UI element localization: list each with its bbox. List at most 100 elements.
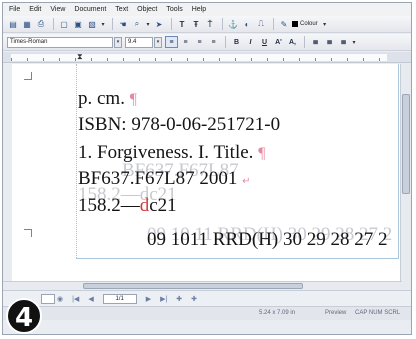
pointer-icon[interactable]: ➤ <box>153 18 165 30</box>
line-text: 158.2— <box>78 195 140 216</box>
italic-button[interactable]: I <box>244 36 257 48</box>
toolbar-divider <box>222 18 223 30</box>
cursor-highlighted-char: d <box>139 195 150 216</box>
ruler-track[interactable] <box>11 54 387 61</box>
text-frame-border <box>76 258 399 259</box>
text-frame-icon[interactable]: Ŧ <box>190 18 202 30</box>
list-button[interactable]: ≣ <box>323 36 336 48</box>
page-number-field[interactable]: 1/1 <box>102 293 137 304</box>
line-text: 09 1011 RRD(H) 30 29 28 27 2 <box>147 229 388 250</box>
page-navigation-bar: ◉ |◀ ◀ 1/1 ▶ ▶| ✚ ✚ <box>3 290 411 306</box>
menu-document[interactable]: Document <box>74 3 106 16</box>
font-size-select[interactable]: 9.4 <box>125 36 153 48</box>
zoom-select[interactable] <box>41 293 55 304</box>
toolbar-divider <box>273 18 274 30</box>
text-line[interactable]: 158.2—dc21 <box>78 195 177 217</box>
toolbar-divider <box>171 18 172 30</box>
print-icon[interactable]: ⎙ <box>35 18 47 30</box>
text-path-icon[interactable]: Ť <box>204 18 216 30</box>
line-text: 1. Forgiveness. I. Title. <box>78 142 254 163</box>
text-line[interactable]: 09 1011 RRD(H) 30 29 28 27 2 <box>147 229 388 251</box>
page-icon[interactable]: ▢ <box>58 18 70 30</box>
key-indicators: CAP NUM SCRL <box>355 310 401 316</box>
vertical-scrollbar[interactable] <box>400 64 411 290</box>
horizontal-scroll-thumb[interactable] <box>83 283 303 289</box>
align-left-button[interactable]: ≡ <box>165 36 178 48</box>
toolbar-divider <box>304 36 305 48</box>
underline-button[interactable]: U <box>258 36 271 48</box>
new-icon[interactable]: ▤ <box>7 18 19 30</box>
superscript-button[interactable]: A' <box>272 36 285 48</box>
chevron-down-icon[interactable]: ▾ <box>322 18 328 30</box>
font-select[interactable]: Times-Roman <box>7 36 113 48</box>
subscript-button[interactable]: A, <box>286 36 299 48</box>
toolbar-divider <box>112 18 113 30</box>
text-line[interactable]: p. cm. ¶ <box>78 88 137 111</box>
indent-marker-icon[interactable]: ⧗ <box>77 52 83 62</box>
document-canvas: BF637.F67L87 158.2—dc21 09 10 11 RRD(H) … <box>3 64 411 290</box>
first-page-icon[interactable]: |◀ <box>72 295 79 303</box>
view-mode: Preview <box>325 310 347 316</box>
prev-page-icon[interactable]: ◀ <box>88 295 93 303</box>
crop-mark <box>24 72 32 80</box>
crop-mark <box>24 229 32 237</box>
fill-icon[interactable]: ◐ <box>241 18 253 30</box>
shape-icon[interactable]: ⎍ <box>255 18 267 30</box>
line-text: c21 <box>149 195 177 216</box>
justify-button[interactable]: ≡ <box>207 36 220 48</box>
ruler[interactable]: ⧗ <box>3 52 411 63</box>
main-toolbar: ▤ ▦ ⎙ ▢ ▣ ▧ ▾ ☚ ⌕ ▾ ➤ T Ŧ Ť ⚓ ◐ ⎍ ✎ Colo… <box>3 16 411 33</box>
chevron-down-icon[interactable]: ▾ <box>114 36 122 48</box>
text-line[interactable]: 1. Forgiveness. I. Title. ¶ <box>78 142 265 165</box>
step-number-badge: 4 <box>6 298 42 334</box>
bold-button[interactable]: B <box>230 36 243 48</box>
line-break-icon: ↵ <box>242 176 251 187</box>
text-line[interactable]: ISBN: 978-0-06-251721-0 <box>78 114 280 136</box>
text-tool-icon[interactable]: T <box>176 18 188 30</box>
colour-label[interactable]: Colour <box>300 21 318 27</box>
document-page[interactable]: BF637.F67L87 158.2—dc21 09 10 11 RRD(H) … <box>12 64 406 290</box>
colour-swatch[interactable] <box>292 21 298 27</box>
paragraph-mark-icon: ¶ <box>129 91 137 108</box>
text-frame-border <box>398 64 399 258</box>
menu-view[interactable]: View <box>50 3 65 16</box>
text-line[interactable]: BF637.F67L87 2001 ↵ <box>78 168 251 193</box>
editor-window: File Edit View Document Text Object Tool… <box>2 2 412 335</box>
align-right-button[interactable]: ≡ <box>193 36 206 48</box>
menu-bar: File Edit View Document Text Object Tool… <box>3 3 411 16</box>
paragraph-mark-icon: ¶ <box>258 145 266 162</box>
toolbar-divider <box>53 18 54 30</box>
chevron-down-icon[interactable]: ▾ <box>154 36 162 48</box>
link-icon[interactable]: ⚓ <box>227 18 239 30</box>
horizontal-scrollbar[interactable] <box>3 281 402 290</box>
line-text: BF637.F67L87 2001 <box>78 168 238 189</box>
toolbar-divider <box>225 36 226 48</box>
spacing-button[interactable]: ≣ <box>337 36 350 48</box>
zoom-icon[interactable]: ⌕ <box>131 18 143 30</box>
line-text: ISBN: 978-0-06-251721-0 <box>78 114 281 135</box>
last-page-icon[interactable]: ▶| <box>160 295 167 303</box>
align-center-button[interactable]: ≡ <box>179 36 192 48</box>
menu-edit[interactable]: Edit <box>29 3 41 16</box>
chevron-down-icon[interactable]: ▾ <box>351 36 357 48</box>
indent-button[interactable]: ≣ <box>309 36 322 48</box>
copy-icon[interactable]: ▣ <box>72 18 84 30</box>
menu-tools[interactable]: Tools <box>166 3 182 16</box>
menu-help[interactable]: Help <box>192 3 206 16</box>
menu-text[interactable]: Text <box>115 3 128 16</box>
margin-guide <box>76 64 77 258</box>
add-page-icon[interactable]: ✚ <box>176 295 182 303</box>
paste-icon[interactable]: ▧ <box>86 18 98 30</box>
vertical-scroll-thumb[interactable] <box>402 94 410 194</box>
next-page-icon[interactable]: ▶ <box>146 295 151 303</box>
open-icon[interactable]: ▦ <box>21 18 33 30</box>
status-bar: 5.24 x 7.09 in Preview CAP NUM SCRL <box>3 306 411 320</box>
eyedropper-icon[interactable]: ✎ <box>278 18 290 30</box>
zoom-icon[interactable]: ◉ <box>57 295 63 303</box>
chevron-down-icon[interactable]: ▾ <box>100 18 106 30</box>
hand-icon[interactable]: ☚ <box>117 18 129 30</box>
menu-file[interactable]: File <box>9 3 20 16</box>
menu-object[interactable]: Object <box>137 3 157 16</box>
remove-page-icon[interactable]: ✚ <box>191 295 197 303</box>
chevron-down-icon[interactable]: ▾ <box>145 18 151 30</box>
